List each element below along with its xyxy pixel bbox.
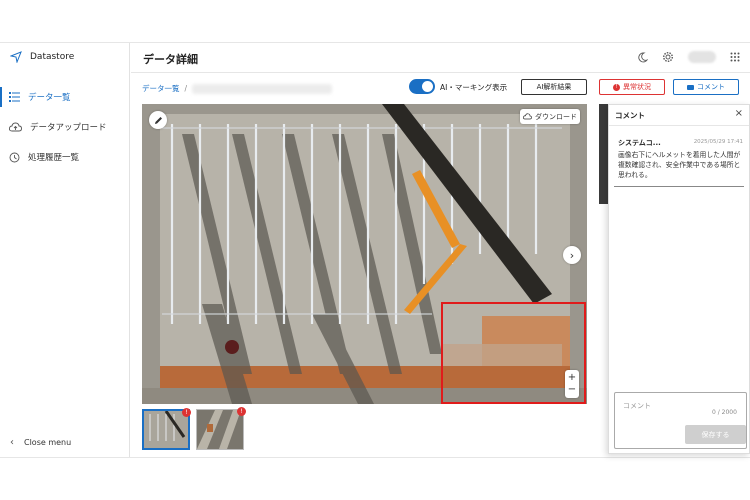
apps-grid-icon[interactable] [730, 52, 740, 62]
comment-body: 画像右下にヘルメットを着用した人間が複数確認され、安全作業中である場所と思われる… [618, 151, 741, 179]
brand-label: Datastore [30, 52, 75, 62]
aerial-construction-image [142, 104, 587, 404]
comment-icon [687, 84, 694, 90]
sidebar-item-label: データ一覧 [28, 93, 71, 103]
comment-char-counter: 0 / 2000 [712, 409, 737, 416]
pencil-icon [154, 116, 162, 124]
dark-mode-moon-icon[interactable] [637, 52, 648, 63]
breadcrumb: データ一覧 / [142, 83, 333, 94]
ai-analysis-label: AI解析結果 [536, 83, 572, 91]
thumbnail[interactable]: ! [142, 408, 191, 450]
zoom-in-button[interactable]: + [568, 372, 576, 384]
thumbnail-strip: ! ! [142, 407, 246, 450]
comment-button-label: コメント [697, 83, 725, 91]
list-icon [9, 92, 20, 102]
chevron-right-icon: › [569, 248, 575, 262]
comment-input-placeholder: コメント [623, 402, 651, 410]
sidebar: Datastore データ一覧 データアップロード 処理履歴一覧 ‹ Close… [0, 43, 130, 457]
download-button[interactable]: ダウンロード [520, 109, 580, 124]
image-viewer[interactable]: ダウンロード › + − [142, 104, 587, 404]
header-actions [637, 51, 740, 63]
sidebar-item-label: データアップロード [30, 123, 107, 133]
history-icon [9, 152, 20, 162]
alert-status-label: 異常状況 [623, 83, 651, 91]
page-title: データ詳細 [143, 53, 198, 66]
close-menu-button[interactable]: ‹ Close menu [10, 437, 71, 448]
zoom-controls: + − [565, 370, 579, 398]
comment-divider [614, 186, 744, 187]
sidebar-item-data-list[interactable]: データ一覧 [0, 87, 130, 107]
edit-pencil-button[interactable] [149, 111, 167, 129]
alert-circle-icon: ! [613, 83, 620, 91]
sidebar-item-history[interactable]: 処理履歴一覧 [0, 147, 130, 167]
alert-status-button[interactable]: ! 異常状況 [599, 79, 665, 95]
thumbnail-alert-badge: ! [182, 408, 191, 417]
breadcrumb-root-link[interactable]: データ一覧 [142, 83, 180, 94]
thumbnail-image [197, 410, 243, 449]
comment-button[interactable]: コメント [673, 79, 739, 95]
next-image-button[interactable]: › [563, 246, 581, 264]
brand[interactable]: Datastore [10, 51, 74, 63]
comment-panel: コメント × システムコ... 2025/05/29 17:41 画像右下にヘル… [608, 104, 750, 454]
app-window: Datastore データ一覧 データアップロード 処理履歴一覧 ‹ Close… [0, 42, 750, 458]
breadcrumb-separator: / [184, 84, 188, 93]
gear-icon[interactable] [662, 51, 674, 63]
breadcrumb-current-redacted [192, 83, 333, 94]
send-icon [10, 51, 22, 63]
cloud-upload-icon [9, 122, 22, 132]
sidebar-item-data-upload[interactable]: データアップロード [0, 117, 130, 137]
ai-analysis-button[interactable]: AI解析結果 [521, 79, 587, 95]
download-label: ダウンロード [535, 112, 577, 121]
comment-timestamp: 2025/05/29 17:41 [693, 139, 743, 145]
comment-panel-title: コメント [615, 111, 645, 120]
thumbnail[interactable]: ! [196, 407, 246, 450]
ai-marking-toggle[interactable] [409, 79, 435, 94]
close-icon[interactable]: × [735, 108, 743, 119]
zoom-out-button[interactable]: − [568, 384, 576, 396]
chevron-left-icon: ‹ [10, 437, 14, 448]
thumbnail-alert-badge: ! [237, 407, 246, 416]
ai-marking-toggle-label: AI・マーキング表示 [440, 83, 508, 92]
avatar[interactable] [688, 51, 716, 63]
close-menu-label: Close menu [24, 438, 72, 447]
cloud-download-icon [523, 113, 532, 120]
save-comment-button[interactable]: 保存する [685, 425, 746, 444]
header: データ詳細 [131, 43, 750, 73]
sidebar-item-label: 処理履歴一覧 [28, 153, 80, 163]
thumbnail-image [144, 410, 188, 448]
panel-divider [609, 125, 749, 126]
comment-author: システムコ... [618, 139, 661, 147]
